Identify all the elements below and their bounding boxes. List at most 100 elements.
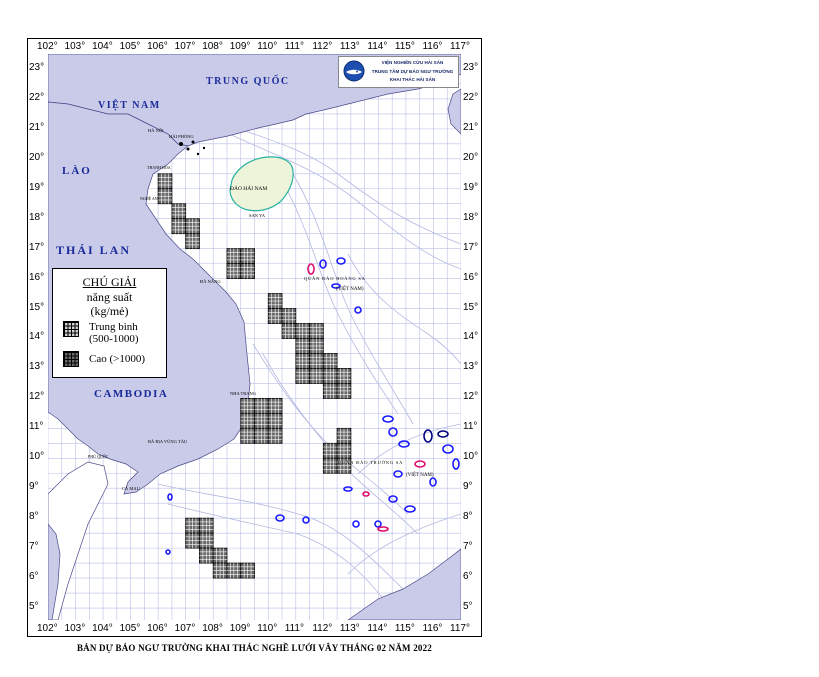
forecast-cell-high [185, 218, 200, 235]
latitude-tick-label: 13° [29, 361, 45, 373]
forecast-cell-high [254, 397, 269, 414]
label-china: TRUNG QUỐC [206, 74, 290, 87]
latitude-tick-label: 11° [463, 421, 478, 433]
latitude-tick-label: 11° [29, 421, 44, 433]
forecast-cell-high [281, 308, 297, 324]
forecast-cell-high [254, 427, 269, 444]
forecast-cell-high [295, 323, 310, 339]
longitude-tick-label: 104° [92, 623, 113, 634]
forecast-cell-high [240, 412, 255, 429]
latitude-tick-label: 9° [29, 481, 39, 493]
latitude-tick-label: 8° [463, 511, 473, 523]
longitude-tick-label: 103° [64, 41, 86, 52]
longitude-tick-label: 116° [422, 41, 443, 52]
forecast-cell-high [212, 562, 228, 579]
forecast-cell-high [226, 562, 242, 579]
label-truongsa-vn: (VIỆT NAM) [406, 472, 434, 478]
map-caption: BẢN DỰ BÁO NGƯ TRƯỜNG KHAI THÁC NGHỀ LƯỚ… [76, 643, 433, 653]
forecast-cell-high [185, 532, 200, 549]
latitude-tick-label: 21° [463, 121, 479, 133]
legend-unit: (kg/mẻ) [90, 304, 129, 318]
longitude-tick-label: 102° [37, 623, 58, 634]
latitude-tick-label: 15° [29, 301, 45, 313]
latitude-tick-label: 22° [29, 91, 45, 103]
forecast-cell-high [171, 203, 187, 220]
agency-line-1: VIỆN NGHIÊN CỨU HẢI SẢN [381, 60, 444, 65]
forecast-cell-high [309, 338, 324, 354]
longitude-tick-label: 109° [229, 623, 251, 634]
latitude-tick-label: 10° [29, 451, 45, 463]
latitude-tick-label: 19° [29, 181, 45, 193]
agency-line-3: KHAI THÁC HẢI SẢN [389, 77, 436, 82]
forecast-cell-high [322, 457, 338, 474]
latitude-tick-label: 15° [463, 301, 479, 313]
label-camau: CÀ MAU [122, 486, 141, 491]
label-danang: ĐÀ NẴNG [200, 279, 221, 284]
latitude-tick-label: 14° [29, 331, 45, 343]
forecast-cell-high [240, 248, 255, 265]
latitude-tick-label: 7° [29, 541, 39, 553]
longitude-tick-label: 108° [202, 41, 223, 52]
label-nhatrang: NHA TRANG [230, 391, 257, 396]
longitude-tick-label: 114° [367, 41, 388, 52]
label-hoangsa: QUẦN ĐẢO HOÀNG SA [304, 276, 366, 281]
latitude-tick-label: 22° [463, 91, 479, 103]
forecast-cell-high [267, 412, 283, 429]
longitude-tick-label: 110° [257, 41, 278, 52]
forecast-cell-high [240, 562, 255, 579]
forecast-cell-high [240, 427, 255, 444]
forecast-cell-high [336, 368, 352, 384]
longitude-tick-label: 110° [257, 623, 278, 634]
legend-label-medium: Trung bình (500-1000) [89, 321, 139, 345]
forecast-cell-high [240, 397, 255, 414]
latitude-tick-label: 6° [463, 571, 473, 583]
longitude-tick-label: 106° [147, 41, 168, 52]
longitude-tick-label: 105° [119, 623, 141, 634]
forecast-cell-high [212, 547, 228, 564]
label-vietnam: VIỆT NAM [98, 98, 161, 111]
label-truongsa: QUẦN ĐẢO TRƯỜNG SA [338, 460, 403, 465]
legend: CHÚ GIẢI năng suất (kg/mẻ) Trung bình (5… [52, 268, 167, 378]
latitude-tick-label: 5° [463, 601, 473, 613]
legend-label-medium-line1: Trung bình [89, 321, 138, 333]
forecast-cell-high [157, 188, 173, 205]
label-cambodia: CAMBODIA [94, 388, 168, 400]
latitude-tick-label: 16° [29, 271, 45, 283]
forecast-cell-high [336, 427, 352, 444]
agency-box: VIỆN NGHIÊN CỨU HẢI SẢN TRUNG TÂM DỰ BÁO… [338, 56, 459, 88]
latitude-tick-label: 17° [29, 241, 45, 253]
label-thanhhoa: THANH HÓA [147, 165, 171, 170]
forecast-cell-high [254, 412, 269, 429]
forecast-cell-high [336, 383, 352, 399]
latitude-tick-label: 18° [463, 211, 479, 223]
longitude-tick-label: 109° [229, 41, 251, 52]
legend-label-medium-line2: (500-1000) [89, 333, 139, 345]
legend-title: CHÚ GIẢI [82, 275, 137, 289]
label-haiphong: HẢI PHÒNG [169, 134, 194, 139]
latitude-tick-label: 14° [463, 331, 479, 343]
forecast-cell-high [185, 517, 200, 534]
longitude-tick-label: 117° [450, 623, 470, 634]
forecast-cell-high [267, 397, 283, 414]
label-laos: LÀO [62, 165, 92, 177]
forecast-cell-high [171, 218, 187, 235]
label-sanya: SAN YA [249, 213, 266, 218]
longitude-tick-label: 112° [312, 623, 333, 634]
latitude-tick-label: 7° [463, 541, 473, 553]
forecast-cell-high [336, 442, 352, 459]
label-thailand: THÁI LAN [56, 243, 131, 257]
longitude-tick-label: 117° [450, 41, 470, 52]
latitude-tick-label: 10° [463, 451, 479, 463]
label-phuquoc: PHÚ QUỐC [88, 454, 109, 459]
legend-label-high: Cao (>1000) [89, 353, 145, 365]
latitude-tick-label: 5° [29, 601, 39, 613]
forecast-cell-high [157, 173, 173, 190]
longitude-tick-label: 112° [312, 41, 333, 52]
legend-subtitle: năng suất [86, 290, 133, 304]
forecast-cell-high [226, 248, 242, 265]
longitude-tick-label: 107° [174, 41, 196, 52]
longitude-tick-label: 115° [394, 41, 415, 52]
label-vungtau: BÀ RỊA VŨNG TÀU [148, 439, 188, 444]
longitude-tick-label: 114° [367, 623, 388, 634]
label-nghean: NGHỆ AN [140, 196, 158, 201]
